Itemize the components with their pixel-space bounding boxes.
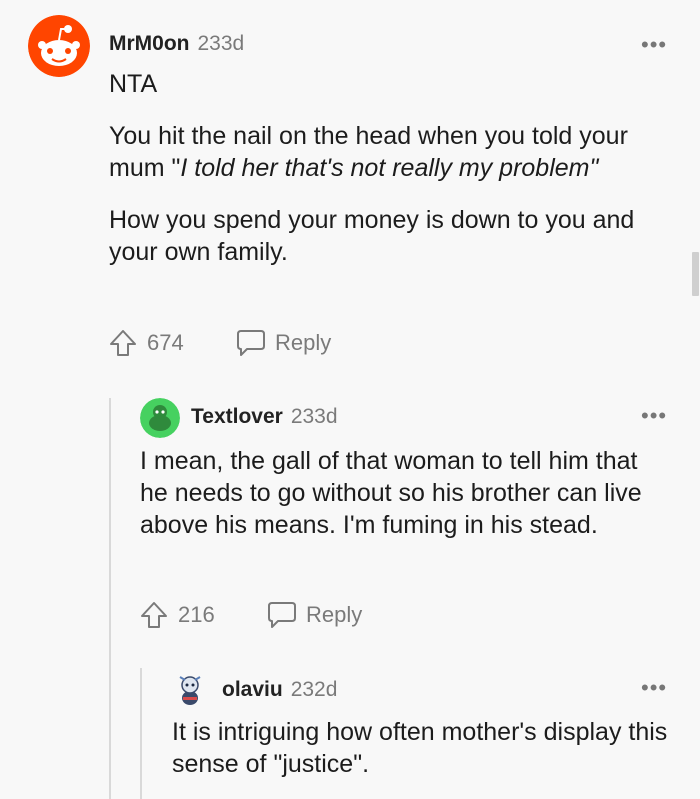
- comment-age: 233d: [290, 405, 338, 428]
- reddit-avatar-icon: [28, 15, 90, 77]
- comment-body: It is intriguing how often mother's disp…: [172, 718, 668, 778]
- avatar[interactable]: [140, 398, 180, 438]
- comment-author[interactable]: Textlover: [191, 405, 283, 428]
- snoo-avatar-icon: [179, 676, 201, 705]
- comment-paragraph: NTA: [109, 70, 158, 98]
- more-options-icon[interactable]: •••: [641, 405, 667, 427]
- comment-body: I mean, the gall of that woman to tell h…: [140, 447, 642, 539]
- comment-author[interactable]: MrM0on: [109, 32, 190, 55]
- upvote-button[interactable]: 674: [109, 328, 184, 358]
- comment-header: MrM0on 233d: [109, 32, 244, 56]
- comment-bubble-icon: [268, 602, 296, 628]
- comment-paragraph: You hit the nail on the head when you to…: [109, 120, 649, 184]
- comment-body: NTA You hit the nail on the head when yo…: [109, 68, 649, 268]
- comment-header: Textlover 233d: [191, 405, 338, 429]
- thread-line[interactable]: [140, 668, 142, 799]
- upvote-button[interactable]: 216: [140, 600, 215, 630]
- upvote-count: 216: [178, 602, 215, 627]
- upvote-count: 674: [147, 330, 184, 355]
- upvote-arrow-icon: [110, 330, 136, 356]
- reply-button[interactable]: Reply: [266, 600, 362, 630]
- snoo-avatar-icon: [140, 398, 180, 438]
- more-options-icon[interactable]: •••: [641, 677, 667, 699]
- comment-age: 232d: [290, 678, 338, 701]
- comment-author[interactable]: olaviu: [222, 678, 283, 701]
- reply-label: Reply: [306, 602, 363, 627]
- avatar[interactable]: [172, 671, 208, 707]
- comment-bubble-icon: [237, 330, 265, 356]
- scrollbar-thumb[interactable]: [692, 252, 699, 296]
- comment-age: 233d: [197, 32, 245, 55]
- upvote-arrow-icon: [141, 602, 167, 628]
- comment-quote: I told her that's not really my problem": [180, 154, 599, 182]
- more-options-icon[interactable]: •••: [641, 34, 667, 56]
- thread-line[interactable]: [109, 398, 111, 799]
- comment-header: olaviu 232d: [222, 678, 337, 702]
- reply-button[interactable]: Reply: [235, 328, 331, 358]
- comment-paragraph: How you spend your money is down to you …: [109, 206, 635, 266]
- reply-label: Reply: [275, 330, 332, 355]
- avatar[interactable]: [28, 15, 90, 77]
